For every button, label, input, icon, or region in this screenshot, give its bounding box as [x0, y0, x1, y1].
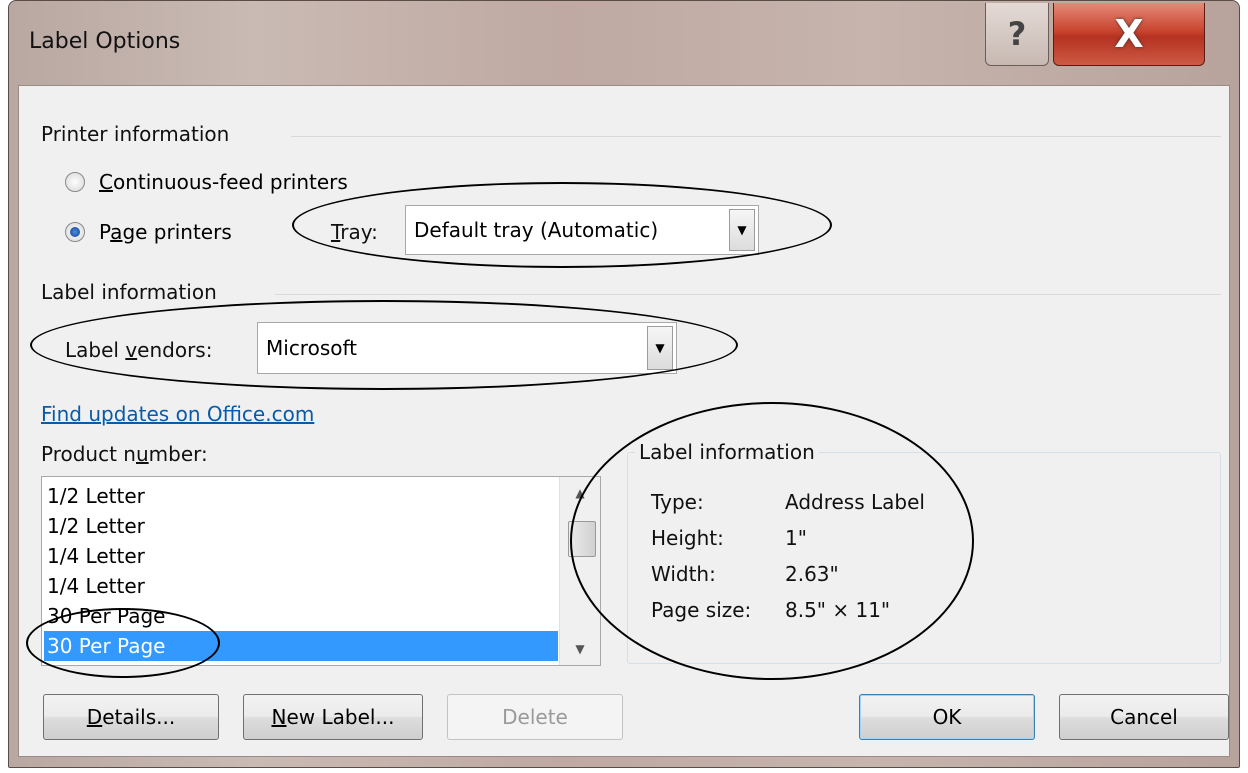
- list-item[interactable]: 30 Per Page: [44, 601, 558, 631]
- scroll-down-icon[interactable]: ▼: [568, 637, 592, 661]
- dialog-body: Printer information Continuous-feed prin…: [18, 85, 1230, 757]
- section-divider: [291, 136, 1221, 137]
- type-label: Type:: [651, 490, 704, 514]
- height-label: Height:: [651, 526, 724, 550]
- tray-select-value: Default tray (Automatic): [414, 218, 659, 242]
- new-label-button[interactable]: New Label...: [243, 694, 423, 740]
- continuous-feed-label: Continuous-feed printers: [99, 170, 348, 194]
- close-button[interactable]: X: [1053, 3, 1205, 66]
- label-vendors-label: Label vendors:: [65, 338, 213, 362]
- page-size-value: 8.5" × 11": [785, 598, 891, 622]
- list-item[interactable]: 1/4 Letter: [44, 541, 558, 571]
- tray-label: Tray:: [331, 220, 378, 244]
- page-size-label: Page size:: [651, 598, 752, 622]
- close-icon: X: [1114, 12, 1144, 56]
- label-vendors-select[interactable]: Microsoft ▼: [257, 322, 677, 374]
- page-printers-radio[interactable]: Page printers: [65, 220, 232, 244]
- list-item[interactable]: 1/2 Letter: [44, 511, 558, 541]
- continuous-feed-radio[interactable]: Continuous-feed printers: [65, 170, 348, 194]
- help-button[interactable]: ?: [985, 3, 1049, 66]
- chevron-down-icon[interactable]: ▼: [729, 209, 755, 251]
- label-information-heading: Label information: [41, 280, 217, 304]
- dialog-title: Label Options: [29, 29, 181, 54]
- cancel-button[interactable]: Cancel: [1059, 694, 1229, 740]
- details-button[interactable]: Details...: [43, 694, 219, 740]
- product-number-label: Product number:: [41, 442, 208, 466]
- scroll-up-icon[interactable]: ▲: [568, 481, 592, 505]
- delete-button[interactable]: Delete: [447, 694, 623, 740]
- page-printers-label: Page printers: [99, 220, 232, 244]
- type-value: Address Label: [785, 490, 925, 514]
- label-details-groupbox: [627, 452, 1221, 664]
- height-value: 1": [785, 526, 807, 550]
- find-updates-link[interactable]: Find updates on Office.com: [41, 402, 314, 426]
- tray-select[interactable]: Default tray (Automatic) ▼: [405, 205, 759, 255]
- label-vendors-value: Microsoft: [266, 336, 358, 360]
- radio-button-icon[interactable]: [65, 172, 85, 192]
- scrollbar-thumb[interactable]: [568, 521, 596, 557]
- label-options-dialog: Label Options ? X Printer information Co…: [8, 0, 1240, 768]
- label-details-title: Label information: [635, 440, 819, 464]
- chevron-down-icon[interactable]: ▼: [647, 326, 673, 370]
- list-item[interactable]: 1/2 Letter: [44, 481, 558, 511]
- list-item[interactable]: 1/4 Letter: [44, 571, 558, 601]
- width-label: Width:: [651, 562, 716, 586]
- list-item-selected[interactable]: 30 Per Page: [44, 631, 558, 661]
- section-divider: [275, 294, 1221, 295]
- radio-button-checked-icon[interactable]: [65, 222, 85, 242]
- ok-button[interactable]: OK: [859, 694, 1035, 740]
- width-value: 2.63": [785, 562, 839, 586]
- product-number-list[interactable]: 1/2 Letter 1/2 Letter 1/4 Letter 1/4 Letter…: [41, 476, 601, 666]
- printer-information-heading: Printer information: [41, 122, 230, 146]
- question-mark-icon: ?: [1007, 15, 1027, 53]
- title-bar[interactable]: Label Options ? X: [9, 1, 1239, 85]
- vertical-scrollbar[interactable]: ▲ ▼: [559, 477, 600, 665]
